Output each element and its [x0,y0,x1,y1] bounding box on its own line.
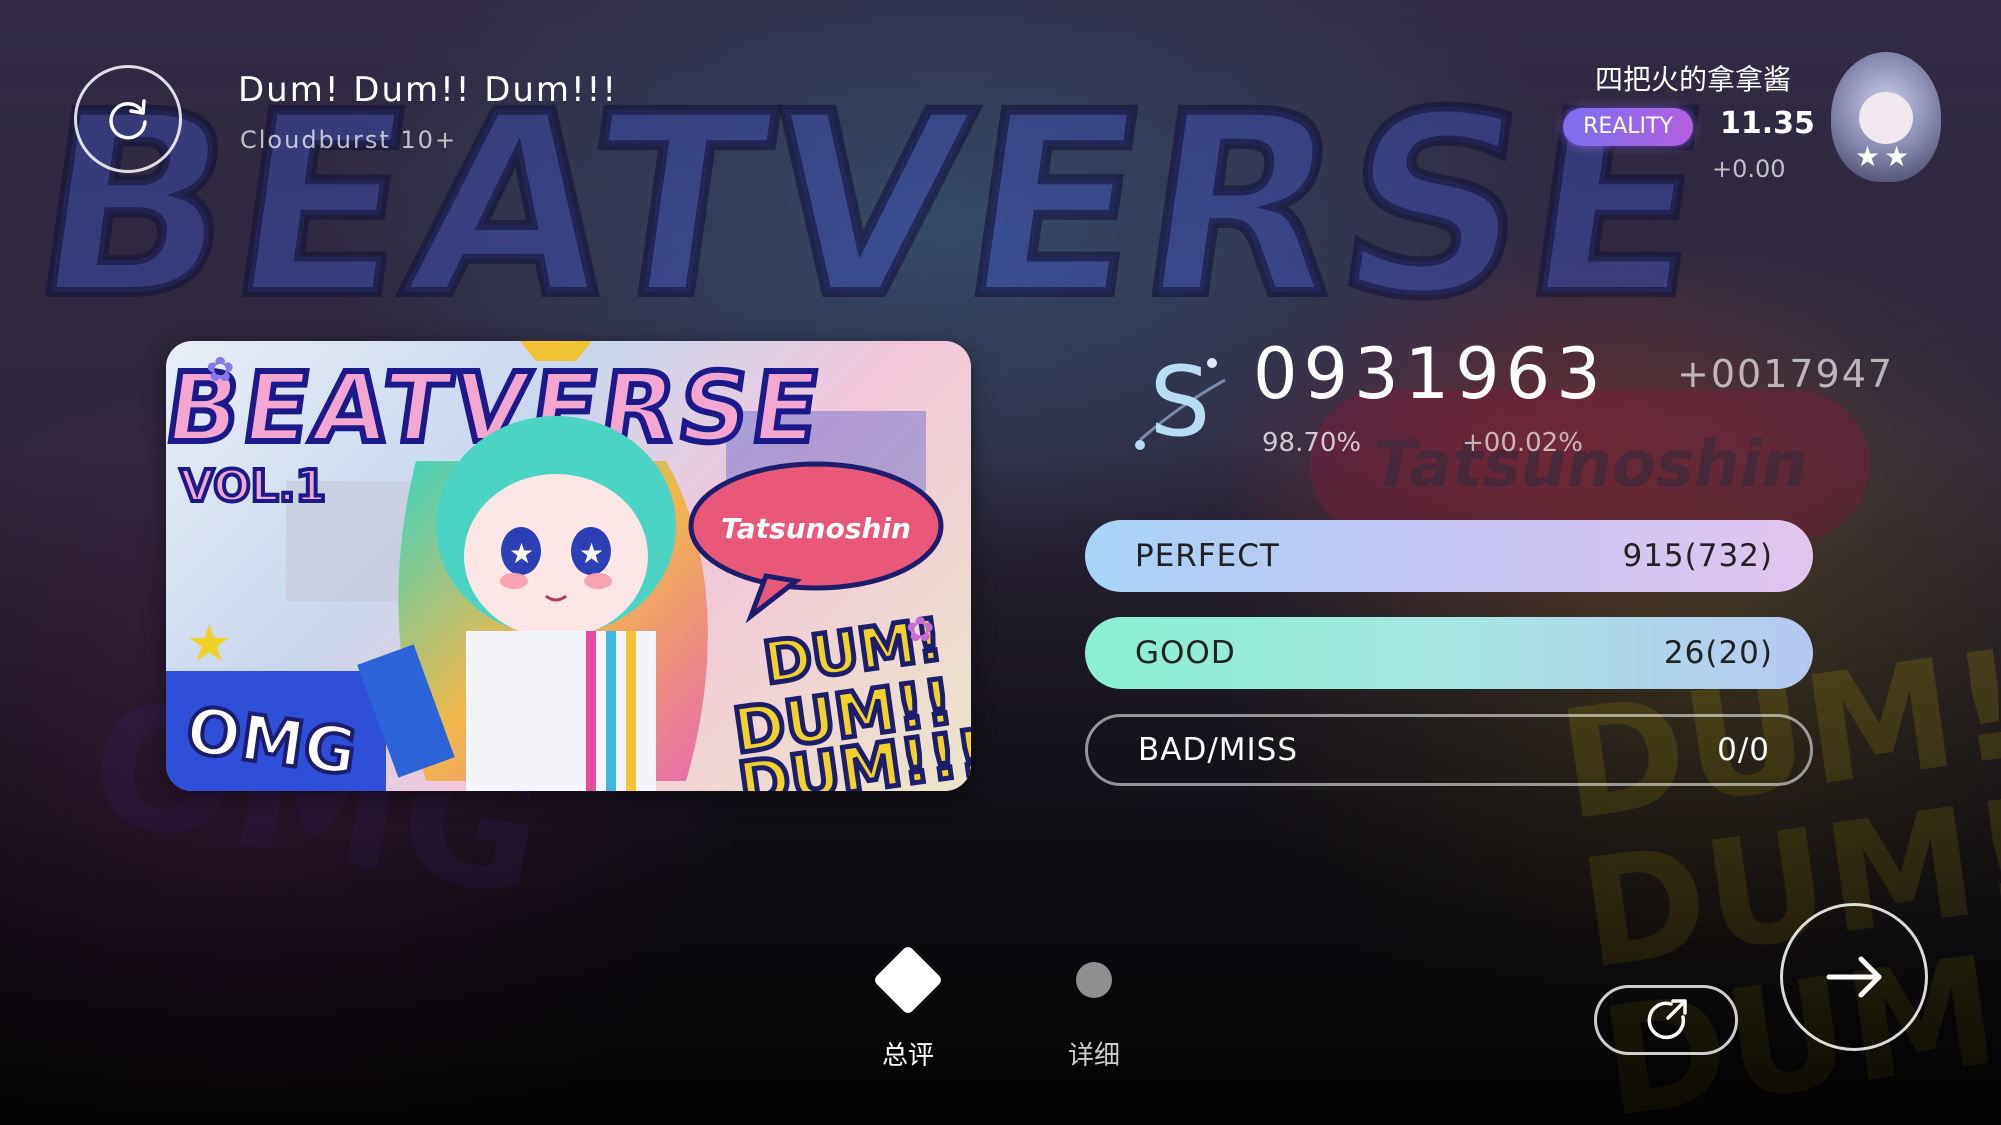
perfect-label: PERFECT [1135,538,1280,574]
share-button[interactable] [1594,985,1738,1055]
song-difficulty: Cloudburst 10+ [240,126,458,154]
tab-summary[interactable]: 总评 [838,944,978,1072]
diamond-icon [872,944,944,1016]
score-delta: +0017947 [1677,352,1895,396]
avatar-face [1859,92,1913,144]
tab-summary-label: 总评 [881,1041,934,1071]
bad-miss-label: BAD/MISS [1138,732,1299,768]
share-icon [1647,999,1687,1040]
retry-icon [109,99,147,140]
next-button[interactable] [1780,903,1928,1051]
cover-artist-bubble: Tatsunoshin [721,512,911,545]
player-rks-delta: +0.00 [1712,155,1786,183]
svg-text:★: ★ [579,537,604,570]
bad-miss-row: BAD/MISS 0/0 [1085,714,1813,786]
svg-text:★: ★ [509,537,534,570]
svg-text:★: ★ [186,614,233,674]
song-cover-art: BEATVERSE VOL.1 ★ ★ Tatsunoshin DUM! DUM… [166,341,971,791]
avatar-stars: ★★ [1855,140,1914,173]
tab-detail[interactable]: 详细 [1024,945,1164,1072]
perfect-value: 915(732) [1622,538,1773,574]
accuracy-delta: +00.02% [1462,428,1583,458]
player-rks: 11.35 [1720,106,1815,141]
accuracy: 98.70% [1262,428,1362,458]
good-label: GOOD [1135,635,1236,671]
svg-text:✿: ✿ [206,350,235,390]
good-value: 26(20) [1663,635,1773,671]
svg-text:✿: ✿ [906,610,935,650]
perfect-row: PERFECT 915(732) [1085,520,1813,592]
song-title: Dum! Dum!! Dum!!! [238,70,618,110]
avatar[interactable]: ★★ [1831,52,1941,182]
good-row: GOOD 26(20) [1085,617,1813,689]
rank-text: S [1150,346,1211,458]
player-name: 四把火的拿拿酱 [1594,63,1791,96]
tab-detail-label: 详细 [1067,1041,1120,1071]
rank-letter: S [1135,346,1226,458]
cover-vol-text: VOL.1 [180,461,326,512]
reality-badge: REALITY [1563,108,1693,146]
dot-icon [1076,962,1112,998]
arrow-right-icon [1826,956,1882,998]
retry-button[interactable] [74,65,182,173]
bad-miss-value: 0/0 [1717,732,1770,768]
score: 0931963 [1253,333,1607,415]
